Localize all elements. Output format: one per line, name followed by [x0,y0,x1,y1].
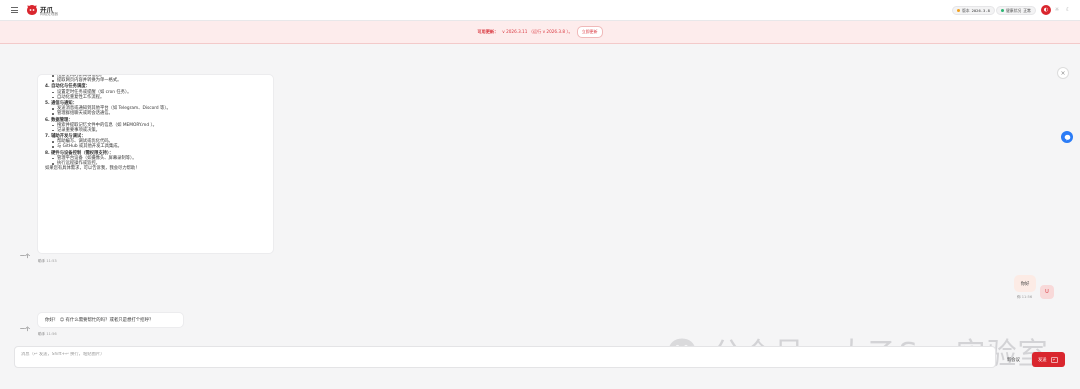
list-item: 执行远程操作或监控。 [45,161,270,166]
assistant-sender-label: 一个 [20,254,31,260]
list-item: 与 GitHub 或其他开发工具集成。 [45,144,270,149]
update-label: 可用更新： [477,29,499,34]
new-session-button[interactable]: 新会议 [1007,357,1020,363]
health-label: 健康状况 [1006,7,1022,13]
assistant-sender-label: 一个 [20,327,31,333]
assistant-message-bubble: 搜索全网的新闻和信息。 提取网页内容并转换为单一格式。 4. 自动化与任务调度： 设置… [37,74,274,254]
meta-name: 助手 [38,259,46,263]
update-text: v 2026.3.11 （运行 v 2026.3.8 ）。 [502,29,573,34]
meta-time: 11:56 [46,332,57,336]
moon-icon[interactable]: ☾ [1063,5,1073,15]
meta-name: 助手 [38,332,46,336]
assistant-message-bubble: 你好！ 😊 有什么需要帮忙的吗？或者只是想打个招呼？ [37,312,184,328]
user-message-text: 你好 [1020,281,1030,287]
message-composer [14,346,996,368]
version-label: 版本 [962,7,970,13]
user-message-bubble: 你好 [1014,275,1036,292]
message-meta: 助手 11:53 [38,259,57,264]
chat-thread: × 搜索全网的新闻和信息。 提取网页内容并转换为单一格式。 4. 自动化与任务调度：… [0,44,1080,346]
update-now-button[interactable]: 立即更新 [576,26,603,38]
assistant-message-content: 搜索全网的新闻和信息。 提取网页内容并转换为单一格式。 4. 自动化与任务调度： 设置… [45,75,270,172]
send-label: 发送 [1038,357,1047,363]
user-message-meta: 你 11:56 [1017,295,1032,300]
list-item: 管理群组聊天或跨会话通信。 [45,111,270,116]
chat-bubble-icon[interactable] [1061,131,1073,143]
message-meta: 助手 11:56 [38,332,57,337]
meta-time: 11:53 [46,259,57,263]
theme-toggle-button[interactable]: ◐ [1041,5,1051,15]
version-status-pill: 版本 2026.3.8 [952,6,995,15]
update-banner: 可用更新： v 2026.3.11 （运行 v 2026.3.8 ）。 立即更新 [0,21,1080,44]
top-header: 开爪 网络处理器 版本 2026.3.8 健康状况 正常 ◐ ☼ ☾ [0,0,1080,21]
version-value: 2026.3.8 [971,8,990,13]
health-status-pill: 健康状况 正常 [996,6,1036,15]
assistant-message-text: 你好！ 😊 有什么需要帮忙的吗？或者只是想打个招呼？ [45,318,154,323]
list-item: 提取网页内容并转换为单一格式。 [45,78,270,83]
list-item: 自动化重复性工作流程。 [45,95,270,100]
version-dot-icon [957,9,960,12]
message-input[interactable] [21,352,921,357]
enter-key-icon: ↵ [1050,356,1058,363]
meta-name: 你 [1017,295,1021,299]
menu-icon[interactable] [11,7,18,14]
close-icon[interactable]: × [1057,67,1069,79]
send-button[interactable]: 发送 ↵ [1032,352,1065,367]
user-avatar: U [1040,285,1054,299]
health-dot-icon [1001,9,1004,12]
message-paragraph: 如果您有具体需求，可以告诉我，我会尽力帮助！ [45,166,140,172]
meta-time: 11:56 [1021,295,1033,299]
brand-logo-icon [27,5,37,15]
brand-subtitle: 网络处理器 [40,12,58,16]
list-item: 记录重要事项或决策。 [45,128,270,133]
health-value: 正常 [1023,7,1031,13]
sun-icon[interactable]: ☼ [1052,5,1062,15]
